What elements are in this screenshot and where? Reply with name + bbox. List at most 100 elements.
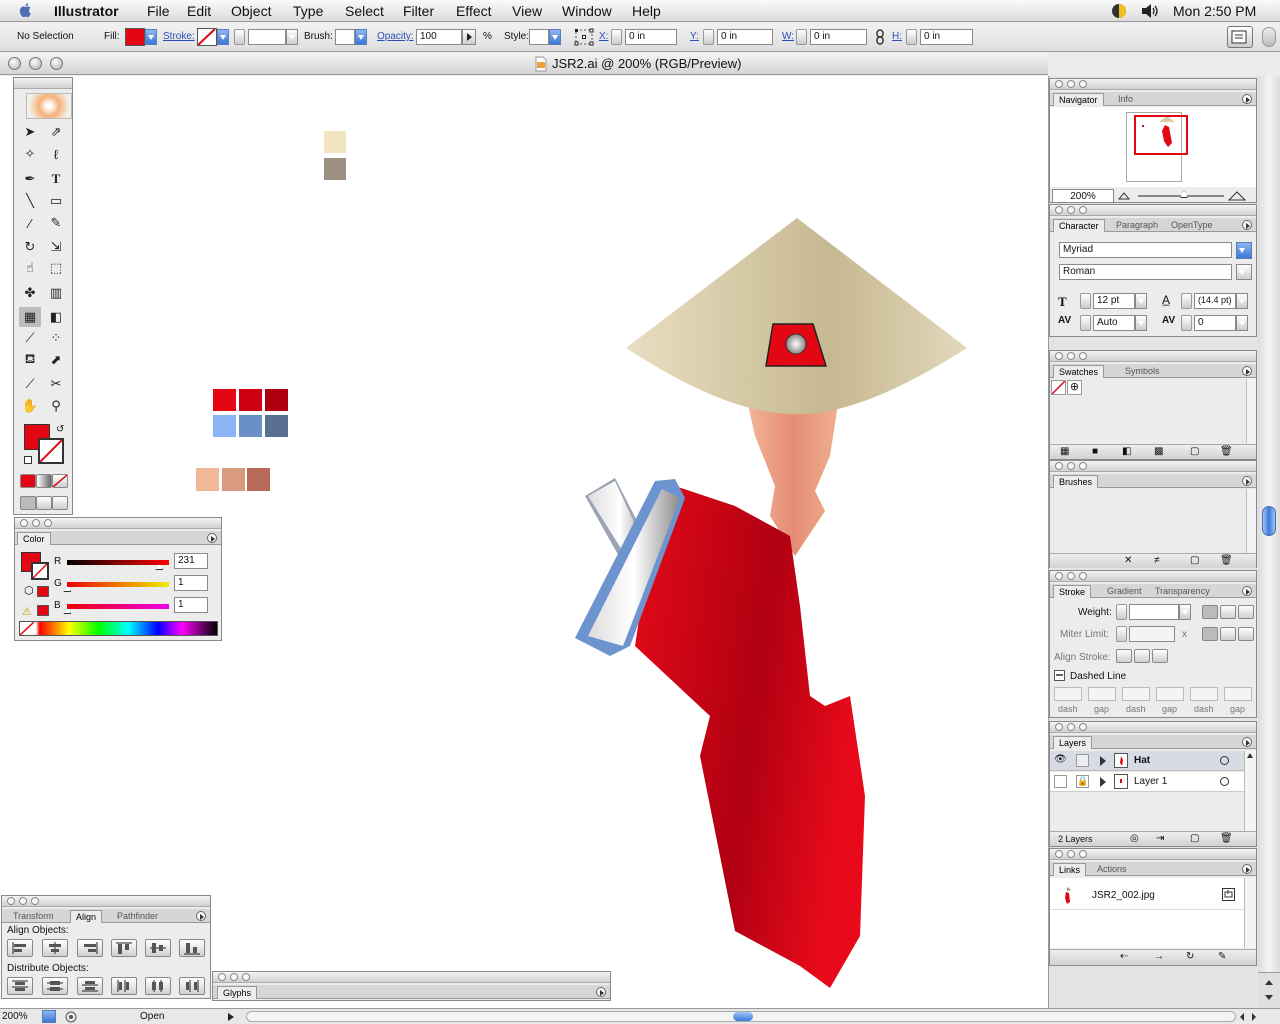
vertical-align-center-button[interactable] <box>145 939 171 957</box>
layer-row-layer1[interactable]: 🔒 Layer 1 <box>1050 772 1244 792</box>
w-stepper[interactable] <box>796 29 807 45</box>
out-of-gamut-warning-icon[interactable]: ⚠ <box>22 605 32 618</box>
brushes-close-button[interactable] <box>1055 462 1063 470</box>
menu-type[interactable]: Type <box>293 3 323 19</box>
menu-edit[interactable]: Edit <box>187 3 211 19</box>
font-size-stepper[interactable] <box>1080 293 1091 309</box>
font-family-dropdown[interactable] <box>1236 242 1252 259</box>
artwork-chip-taupe[interactable] <box>324 158 346 180</box>
g-slider-thumb[interactable] <box>63 586 72 592</box>
font-size-field[interactable]: 12 pt <box>1093 293 1135 309</box>
kerning-field[interactable]: Auto <box>1093 315 1135 331</box>
layers-zoom-button[interactable] <box>1079 723 1087 731</box>
lock-icon[interactable]: 🔒 <box>1076 775 1089 788</box>
lock-toggle-empty[interactable] <box>1076 754 1089 767</box>
navigator-zoom-field[interactable]: 200% <box>1052 189 1114 203</box>
tab-pathfinder[interactable]: Pathfinder <box>112 910 163 923</box>
links-minimize-button[interactable] <box>1067 850 1075 858</box>
b-channel-slider[interactable] <box>63 604 169 614</box>
version-cue-icon[interactable] <box>64 1010 78 1024</box>
status-zoom-dropdown[interactable] <box>42 1010 56 1023</box>
tracking-dropdown[interactable] <box>1236 315 1248 331</box>
align-close-button[interactable] <box>7 897 15 905</box>
zoom-tool-icon[interactable]: ⚲ <box>45 396 67 416</box>
warp-tool-icon[interactable]: ☝ <box>19 258 41 278</box>
delete-brush-icon[interactable]: 🗑 <box>1220 555 1233 566</box>
character-menu-button[interactable] <box>1242 220 1252 230</box>
tab-color[interactable]: Color <box>17 532 51 545</box>
links-zoom-button[interactable] <box>1079 850 1087 858</box>
window-close-button[interactable] <box>8 57 21 70</box>
create-sublayer-icon[interactable]: ⇥ <box>1156 833 1164 844</box>
miter-join-button[interactable] <box>1202 627 1218 641</box>
character-close-button[interactable] <box>1055 206 1063 214</box>
fill-swatch[interactable] <box>125 28 145 46</box>
kerning-dropdown[interactable] <box>1135 315 1147 331</box>
horizontal-align-left-button[interactable] <box>7 939 33 957</box>
brush-field[interactable] <box>335 29 355 45</box>
leading-field[interactable]: (14.4 pt) <box>1194 293 1236 309</box>
layer-name-layer1[interactable]: Layer 1 <box>1134 776 1167 787</box>
live-paint-tool-icon[interactable]: ⛾ <box>19 350 41 370</box>
status-zoom[interactable]: 200% <box>2 1011 28 1022</box>
style-dropdown[interactable] <box>549 29 561 45</box>
rotate-tool-icon[interactable]: ↻ <box>19 237 41 257</box>
w-label[interactable]: W: <box>782 31 794 42</box>
align-stroke-outside-button[interactable] <box>1152 649 1168 663</box>
miter-limit-stepper[interactable] <box>1116 626 1127 642</box>
none-mode-button[interactable] <box>52 474 68 488</box>
remove-brush-stroke-icon[interactable]: ✕ <box>1124 555 1132 566</box>
horizontal-scrollbar[interactable] <box>246 1011 1236 1022</box>
navigator-preview[interactable] <box>1050 107 1256 187</box>
gamut-color-swatch[interactable] <box>37 605 49 616</box>
target-circle-icon[interactable] <box>1220 777 1229 786</box>
align-stroke-center-button[interactable] <box>1116 649 1132 663</box>
full-screen-menu-mode-button[interactable] <box>36 496 52 510</box>
color-stroke-swatch[interactable] <box>31 562 49 580</box>
distribute-vertical-center-button[interactable] <box>42 977 68 995</box>
new-swatch-icon[interactable]: ▢ <box>1190 446 1199 457</box>
projecting-cap-button[interactable] <box>1238 605 1254 619</box>
artwork-chip-red-1[interactable] <box>213 389 236 411</box>
swap-fill-stroke-icon[interactable]: ↺ <box>56 424 64 435</box>
create-layer-icon[interactable]: ▢ <box>1190 833 1199 844</box>
stroke-minimize-button[interactable] <box>1067 572 1075 580</box>
show-pattern-swatches-icon[interactable]: ▩ <box>1154 446 1163 457</box>
tab-info[interactable]: Info <box>1113 93 1138 106</box>
dash-field-2[interactable] <box>1122 687 1150 701</box>
app-name-menu[interactable]: Illustrator <box>54 3 119 19</box>
visibility-eye-icon[interactable]: 👁 <box>1054 754 1067 765</box>
x-label[interactable]: X: <box>599 31 608 42</box>
live-paint-selection-tool-icon[interactable]: ⬈ <box>45 350 67 370</box>
b-slider-thumb[interactable] <box>63 608 72 614</box>
g-channel-field[interactable]: 1 <box>174 575 208 591</box>
line-tool-icon[interactable]: ╲ <box>19 191 41 211</box>
x-stepper[interactable] <box>611 29 622 45</box>
align-stroke-inside-button[interactable] <box>1134 649 1150 663</box>
embedded-link-icon[interactable] <box>1222 888 1235 901</box>
layers-menu-button[interactable] <box>1242 737 1252 747</box>
opacity-slider-button[interactable] <box>462 29 476 45</box>
navigator-zoom-slider[interactable] <box>1138 191 1224 198</box>
eyedropper-tool-icon[interactable]: ⟋ <box>19 328 41 348</box>
tab-actions[interactable]: Actions <box>1092 863 1132 876</box>
new-brush-icon[interactable]: ▢ <box>1190 555 1199 566</box>
weight-field[interactable] <box>1129 604 1179 620</box>
menu-clock[interactable]: Mon 2:50 PM <box>1173 3 1256 19</box>
layers-scrollbar[interactable] <box>1244 751 1256 831</box>
kerning-stepper[interactable] <box>1080 315 1091 331</box>
paintbrush-tool-icon[interactable]: ∕ <box>19 213 41 233</box>
navigator-minimize-button[interactable] <box>1067 80 1075 88</box>
dash-field-3[interactable] <box>1190 687 1218 701</box>
tab-layers[interactable]: Layers <box>1053 736 1093 749</box>
window-zoom-button[interactable] <box>50 57 63 70</box>
scroll-up-arrow-icon[interactable] <box>1245 751 1255 761</box>
go-to-link-icon[interactable]: → <box>1154 951 1164 962</box>
scissors-tool-icon[interactable]: ✂ <box>45 374 67 394</box>
links-scrollbar[interactable] <box>1244 878 1256 948</box>
distribute-top-button[interactable] <box>7 977 33 995</box>
horizontal-scroll-thumb[interactable] <box>733 1012 753 1021</box>
artwork-chip-blue-3[interactable] <box>265 415 288 437</box>
h-label[interactable]: H: <box>892 31 902 42</box>
magic-wand-tool-icon[interactable]: ✧ <box>19 144 41 164</box>
